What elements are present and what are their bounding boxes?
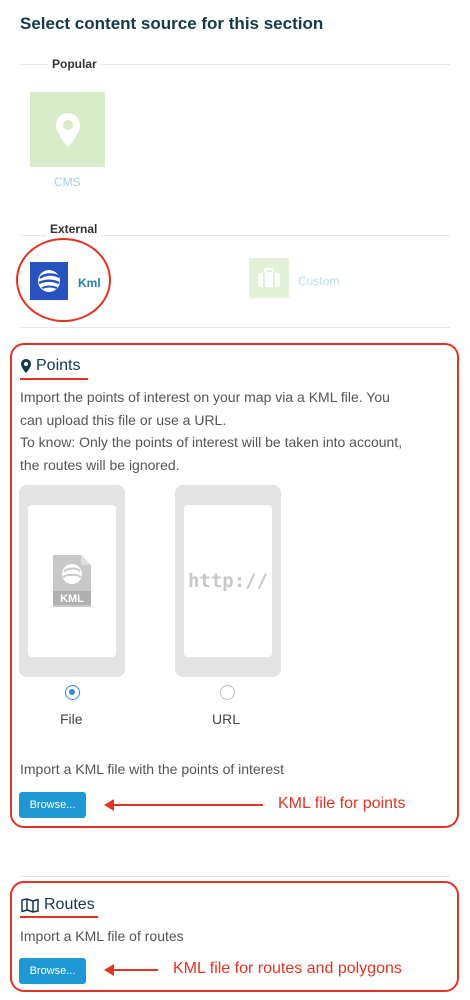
cms-source-tile[interactable] bbox=[30, 92, 105, 167]
custom-source-label[interactable]: Custom bbox=[298, 274, 339, 288]
points-annotation-text: KML file for points bbox=[278, 795, 406, 812]
points-divider bbox=[20, 327, 450, 328]
points-description-line: To know: Only the points of interest wil… bbox=[20, 434, 403, 450]
page-title: Select content source for this section bbox=[20, 14, 324, 33]
points-annotation-arrow bbox=[104, 799, 263, 811]
points-heading: Points bbox=[21, 357, 80, 375]
routes-import-text: Import a KML file of routes bbox=[20, 928, 184, 944]
points-heading-underline bbox=[20, 378, 88, 380]
routes-heading-underline bbox=[20, 916, 98, 918]
map-icon bbox=[21, 897, 39, 913]
points-description-line: the routes will be ignored. bbox=[20, 456, 180, 473]
external-section-label: External bbox=[46, 222, 102, 236]
file-option-screen: KML bbox=[28, 505, 116, 657]
url-radio[interactable] bbox=[220, 685, 235, 700]
map-marker-icon bbox=[21, 359, 31, 373]
routes-annotation-arrow bbox=[104, 964, 158, 976]
file-radio[interactable] bbox=[65, 685, 80, 700]
points-description: Import the points of interest on your ma… bbox=[20, 386, 402, 476]
custom-source-tile[interactable] bbox=[249, 258, 289, 298]
url-option-card[interactable]: http:// bbox=[175, 485, 281, 677]
url-screen-text: http:// bbox=[187, 570, 269, 592]
kml-highlight-circle bbox=[16, 238, 111, 322]
cms-source-label[interactable]: CMS bbox=[54, 175, 81, 189]
routes-annotation-text: KML file for routes and polygons bbox=[173, 960, 402, 977]
briefcase-icon bbox=[258, 268, 280, 287]
points-description-line: can upload this file or use a URL. bbox=[20, 411, 227, 428]
routes-heading: Routes bbox=[21, 896, 95, 914]
points-description-line: Import the points of interest on your ma… bbox=[20, 389, 390, 405]
routes-heading-label: Routes bbox=[44, 896, 95, 913]
points-import-text: Import a KML file with the points of int… bbox=[20, 761, 285, 777]
kml-file-icon-text: KML bbox=[60, 593, 84, 605]
map-pin-icon bbox=[55, 112, 80, 147]
points-heading-label: Points bbox=[36, 357, 81, 374]
url-option-screen: http:// bbox=[184, 505, 272, 657]
kml-file-icon: KML bbox=[53, 555, 91, 607]
routes-browse-button[interactable]: Browse... bbox=[19, 958, 86, 984]
routes-divider bbox=[20, 876, 450, 877]
file-radio-label[interactable]: File bbox=[60, 711, 83, 727]
points-browse-button[interactable]: Browse... bbox=[19, 792, 86, 818]
url-radio-label[interactable]: URL bbox=[212, 711, 240, 727]
file-option-card[interactable]: KML bbox=[19, 485, 125, 677]
popular-section-label: Popular bbox=[48, 57, 101, 71]
